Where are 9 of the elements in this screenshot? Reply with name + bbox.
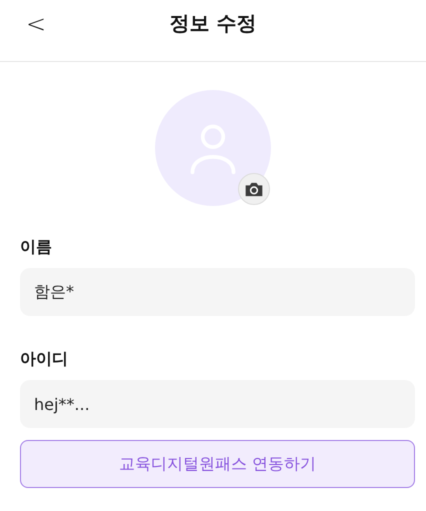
input-field[interactable]: 함은* [20, 268, 415, 316]
field-label: 아이디 [20, 348, 69, 370]
field-label: 이름 [20, 236, 53, 258]
link-account-button[interactable]: 교육디지털원패스 연동하기 [20, 440, 415, 488]
input-field[interactable]: hej**... [20, 380, 415, 428]
camera-button[interactable] [238, 173, 270, 205]
back-button[interactable]: < [26, 10, 46, 38]
page-title: 정보 수정 [170, 10, 256, 37]
camera-icon [244, 180, 264, 198]
